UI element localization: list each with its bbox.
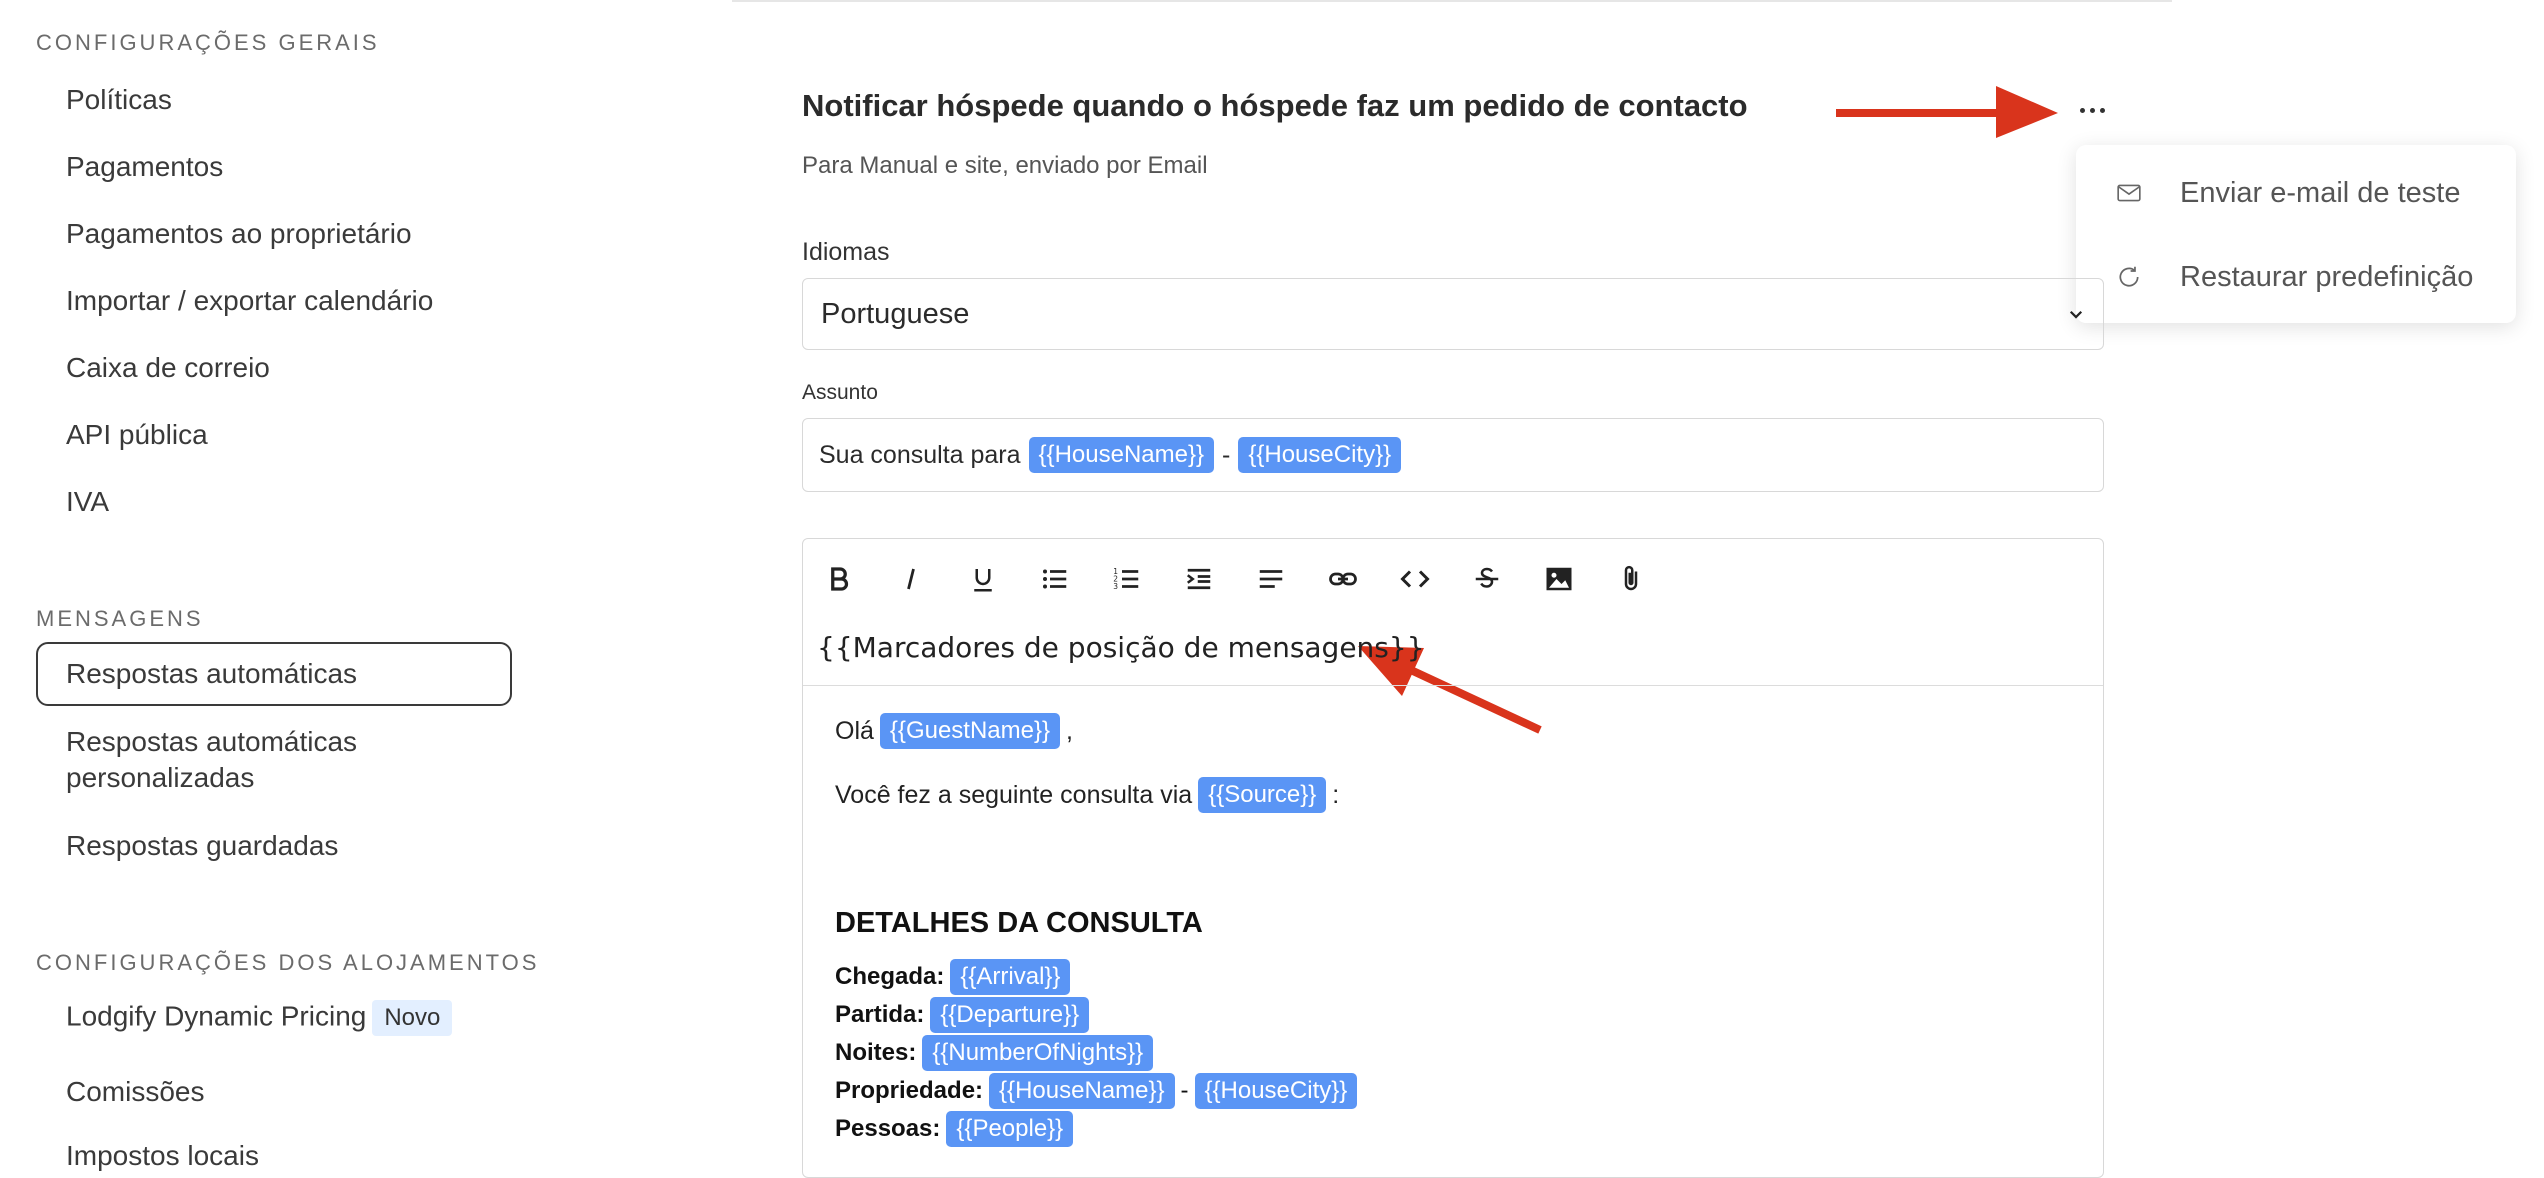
source-line: Você fez a seguinte consulta via {{Sourc… bbox=[835, 777, 1339, 813]
sidebar-item-payments[interactable]: Pagamentos bbox=[66, 151, 223, 183]
detail-label: Chegada: bbox=[835, 963, 945, 990]
sidebar-item-vat[interactable]: IVA bbox=[66, 486, 109, 518]
detail-label: Noites: bbox=[835, 1039, 917, 1066]
top-divider bbox=[732, 0, 2172, 2]
subject-field[interactable]: Sua consulta para {{HouseName}} - {{Hous… bbox=[802, 418, 2104, 492]
source-text: Você fez a seguinte consulta via bbox=[835, 780, 1193, 809]
code-icon[interactable] bbox=[1395, 559, 1435, 599]
indent-icon[interactable] bbox=[1179, 559, 1219, 599]
subject-text: Sua consulta para bbox=[819, 440, 1021, 469]
numbered-list-icon[interactable]: 123 bbox=[1107, 559, 1147, 599]
sidebar-item-custom-auto-replies[interactable]: Respostas automáticas personalizadas bbox=[66, 724, 426, 796]
mail-icon bbox=[2117, 184, 2141, 202]
detail-row-departure: Partida: {{Departure}} bbox=[835, 997, 1090, 1033]
greeting-line: Olá {{GuestName}} , bbox=[835, 713, 1073, 749]
align-icon[interactable] bbox=[1251, 559, 1291, 599]
bullet-list-icon[interactable] bbox=[1035, 559, 1075, 599]
italic-icon[interactable] bbox=[891, 559, 931, 599]
placeholder-chip: {{HouseCity}} bbox=[1238, 437, 1402, 473]
chevron-down-icon bbox=[2069, 310, 2083, 319]
sidebar-item-policies[interactable]: Políticas bbox=[66, 84, 172, 116]
placeholder-chip: {{GuestName}} bbox=[879, 713, 1061, 749]
section-heading-messages: MENSAGENS bbox=[36, 606, 204, 631]
link-icon[interactable] bbox=[1323, 559, 1363, 599]
refresh-icon bbox=[2119, 266, 2139, 287]
placeholder-chip: {{NumberOfNights}} bbox=[922, 1035, 1154, 1071]
greeting-suffix: , bbox=[1066, 716, 1073, 745]
attachment-icon[interactable] bbox=[1611, 559, 1651, 599]
subject-label: Assunto bbox=[802, 381, 878, 404]
menu-item-label: Restaurar predefinição bbox=[2180, 260, 2474, 293]
language-value: Portuguese bbox=[821, 297, 970, 330]
detail-label: Partida: bbox=[835, 1001, 925, 1028]
sidebar-item-public-api[interactable]: API pública bbox=[66, 419, 208, 451]
sidebar-item-owner-payments[interactable]: Pagamentos ao proprietário bbox=[66, 218, 412, 250]
detail-label: Propriedade: bbox=[835, 1077, 984, 1104]
editor-divider bbox=[803, 685, 2103, 686]
placeholder-chip: {{HouseCity}} bbox=[1194, 1073, 1358, 1109]
languages-label: Idiomas bbox=[802, 238, 890, 266]
section-heading-general: CONFIGURAÇÕES GERAIS bbox=[36, 30, 380, 55]
more-icon[interactable] bbox=[2070, 92, 2114, 128]
sidebar-item-saved-replies[interactable]: Respostas guardadas bbox=[66, 830, 338, 862]
new-badge: Novo bbox=[372, 1000, 453, 1036]
language-select[interactable]: Portuguese bbox=[802, 278, 2104, 350]
placeholder-chip: {{Departure}} bbox=[930, 997, 1090, 1033]
menu-item-restore-default[interactable]: Restaurar predefinição bbox=[2116, 252, 2473, 302]
placeholder-chip: {{Arrival}} bbox=[950, 959, 1071, 995]
sidebar-item-local-taxes[interactable]: Impostos locais bbox=[66, 1140, 259, 1172]
strikethrough-icon[interactable] bbox=[1467, 559, 1507, 599]
sidebar-item-dynamic-pricing[interactable]: Lodgify Dynamic Pricing Novo bbox=[66, 1000, 453, 1036]
bold-icon[interactable] bbox=[819, 559, 859, 599]
menu-item-send-test[interactable]: Enviar e-mail de teste bbox=[2116, 168, 2460, 218]
section-heading-properties: CONFIGURAÇÕES DOS ALOJAMENTOS bbox=[36, 950, 540, 975]
placeholder-chip: {{Source}} bbox=[1198, 777, 1327, 813]
sidebar-item-mailbox[interactable]: Caixa de correio bbox=[66, 352, 270, 384]
detail-label: Pessoas: bbox=[835, 1115, 941, 1142]
image-icon[interactable] bbox=[1539, 559, 1579, 599]
more-options-menu: Enviar e-mail de teste Restaurar predefi… bbox=[2076, 145, 2516, 323]
sidebar-item-auto-replies[interactable]: Respostas automáticas bbox=[36, 642, 512, 706]
detail-separator: - bbox=[1180, 1077, 1189, 1104]
message-editor: 123 {{Marcadores de posição de mensagens… bbox=[802, 538, 2104, 1178]
menu-item-label: Enviar e-mail de teste bbox=[2180, 176, 2461, 209]
greeting-text: Olá bbox=[835, 716, 874, 745]
underline-icon[interactable] bbox=[963, 559, 1003, 599]
page-title: Notificar hóspede quando o hóspede faz u… bbox=[802, 88, 1748, 123]
svg-text:3: 3 bbox=[1113, 582, 1118, 591]
placeholder-chip: {{People}} bbox=[946, 1111, 1074, 1147]
detail-row-property: Propriedade: {{HouseName}} - {{HouseCity… bbox=[835, 1073, 1358, 1109]
detail-row-arrival: Chegada: {{Arrival}} bbox=[835, 959, 1071, 995]
placeholder-chip: {{HouseName}} bbox=[1028, 437, 1214, 473]
page-subtitle: Para Manual e site, enviado por Email bbox=[802, 152, 1208, 179]
detail-row-nights: Noites: {{NumberOfNights}} bbox=[835, 1035, 1154, 1071]
placeholder-chip: {{HouseName}} bbox=[989, 1073, 1175, 1109]
source-suffix: : bbox=[1332, 780, 1340, 809]
editor-toolbar: 123 bbox=[803, 539, 2103, 619]
subject-separator: - bbox=[1222, 440, 1231, 469]
placeholders-dropdown[interactable]: {{Marcadores de posição de mensagens}} bbox=[817, 631, 1425, 664]
details-heading: DETALHES DA CONSULTA bbox=[835, 907, 1203, 939]
sidebar-item-calendar-sync[interactable]: Importar / exportar calendário bbox=[66, 285, 433, 317]
sidebar-item-commissions[interactable]: Comissões bbox=[66, 1076, 204, 1108]
sidebar-item-label: Lodgify Dynamic Pricing bbox=[66, 1000, 367, 1032]
arrow-annotation-icon bbox=[1836, 86, 2058, 138]
detail-row-people: Pessoas: {{People}} bbox=[835, 1111, 1074, 1147]
